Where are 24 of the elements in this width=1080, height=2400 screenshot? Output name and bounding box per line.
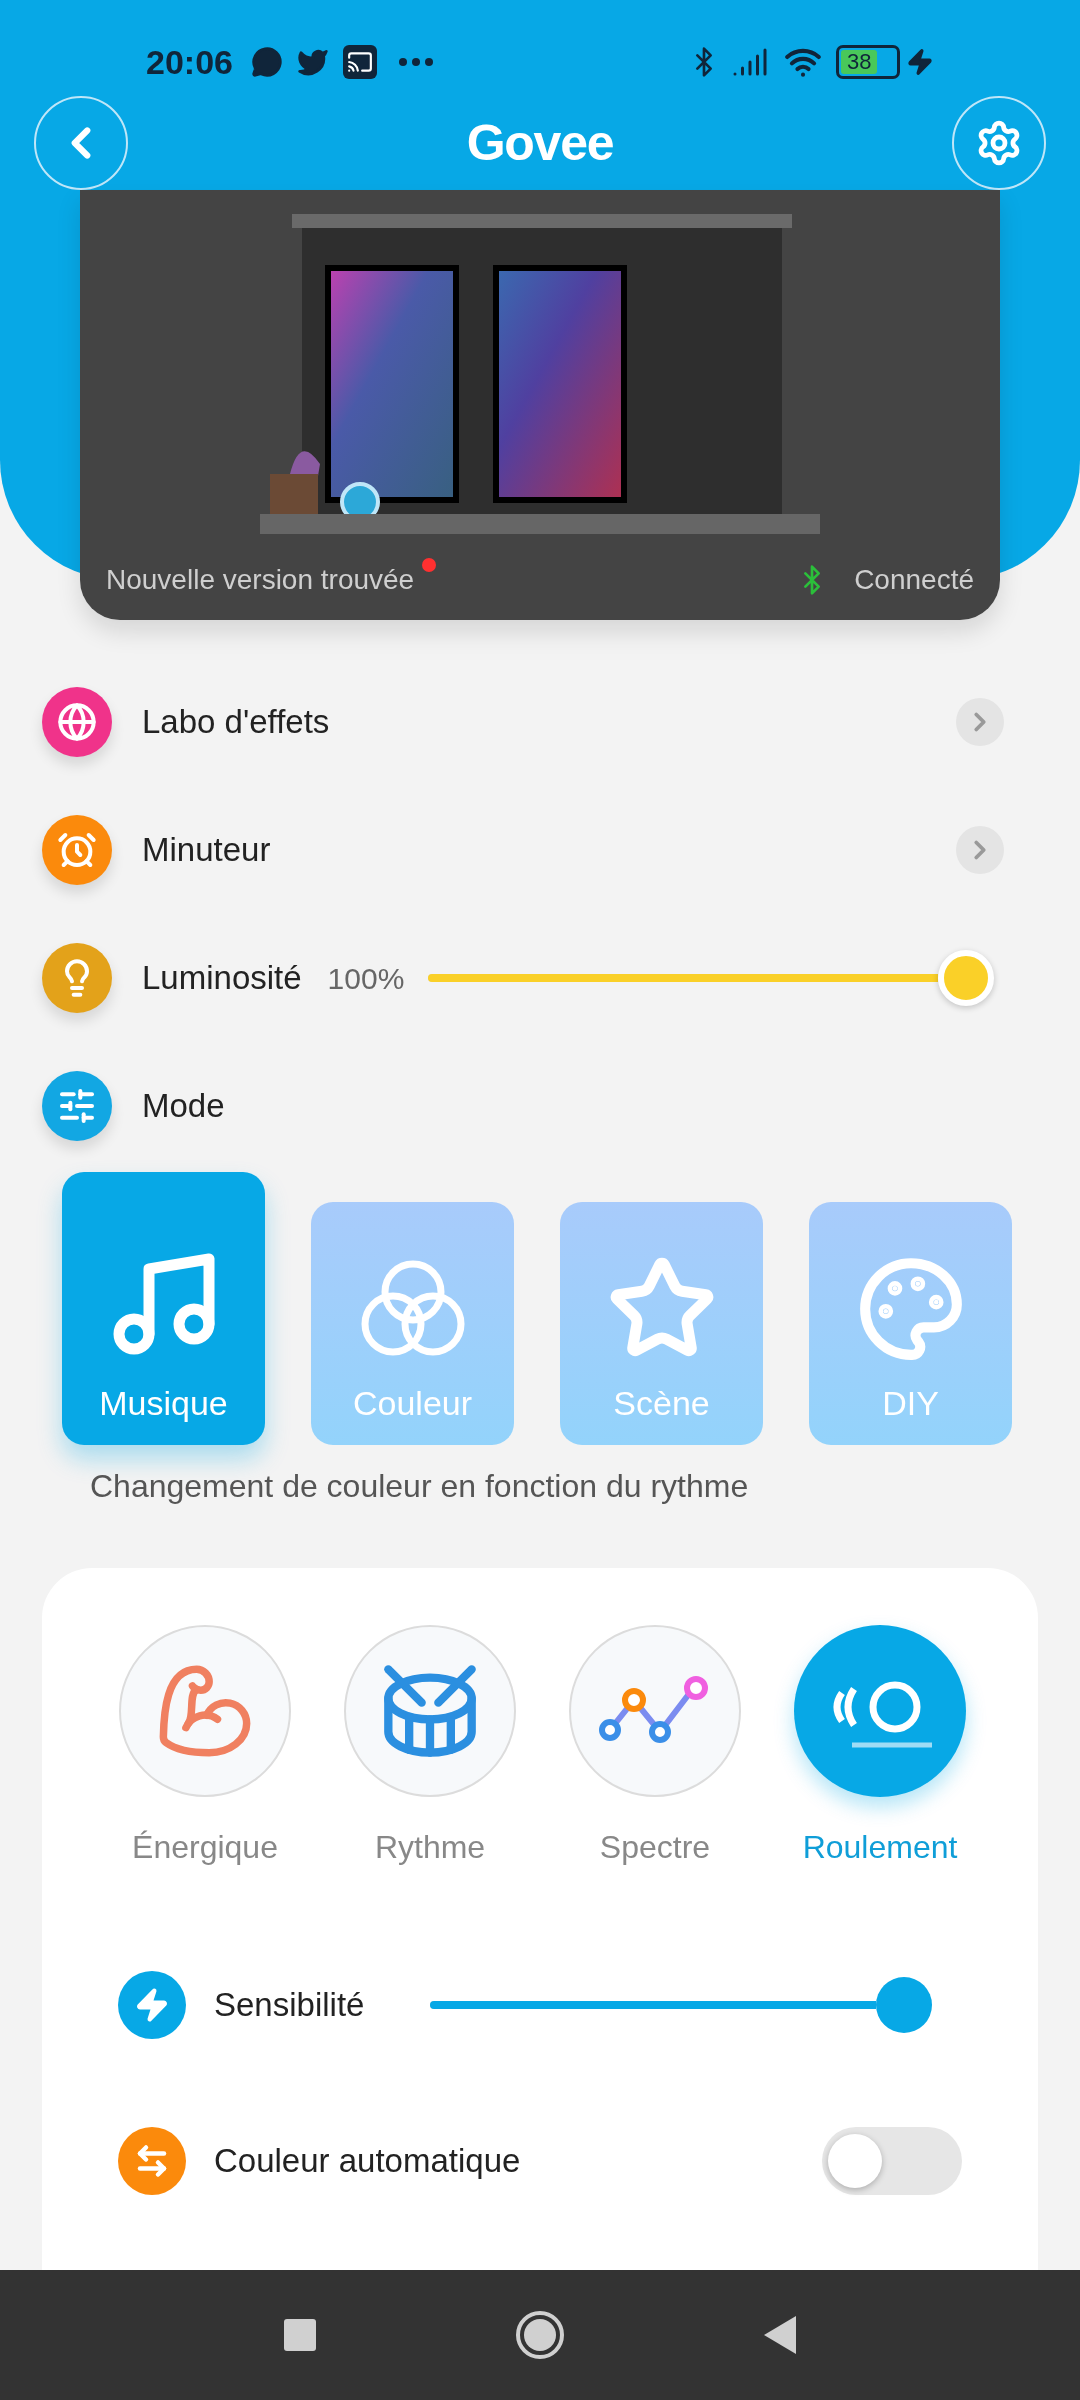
status-time: 20:06 <box>146 41 233 83</box>
update-notice[interactable]: Nouvelle version trouvée <box>106 559 415 601</box>
menu-label[interactable]: Minuteur <box>142 825 271 875</box>
chevron-button[interactable] <box>956 698 1004 746</box>
back-triangle-icon[interactable] <box>764 2316 796 2354</box>
connection-status: Connecté <box>854 563 974 597</box>
slider-thumb[interactable] <box>938 950 994 1006</box>
app-icon <box>342 45 377 79</box>
chevron-button[interactable] <box>956 826 1004 874</box>
menu-label: Mode <box>142 1086 225 1127</box>
charging-icon <box>906 48 934 76</box>
menu-label[interactable]: Labo d'effets <box>142 697 330 747</box>
brand-logo: Govee <box>466 113 614 173</box>
slider-thumb[interactable] <box>876 1977 932 2033</box>
mode-description: Changement de couleur en fonction du rythme <box>89 1467 750 1506</box>
home-icon[interactable] <box>516 2311 564 2359</box>
setting-label: Sensibilité <box>214 1985 365 2026</box>
mode-tab[interactable]: Musique <box>62 1172 265 1445</box>
menu-label: Luminosité <box>142 958 302 999</box>
more-dots-icon <box>398 58 433 66</box>
settings-button[interactable] <box>952 96 1046 190</box>
battery-level: 38 <box>841 50 877 74</box>
setting-label: Couleur automatique <box>214 2141 521 2182</box>
brightness-value: 100% <box>327 960 405 997</box>
